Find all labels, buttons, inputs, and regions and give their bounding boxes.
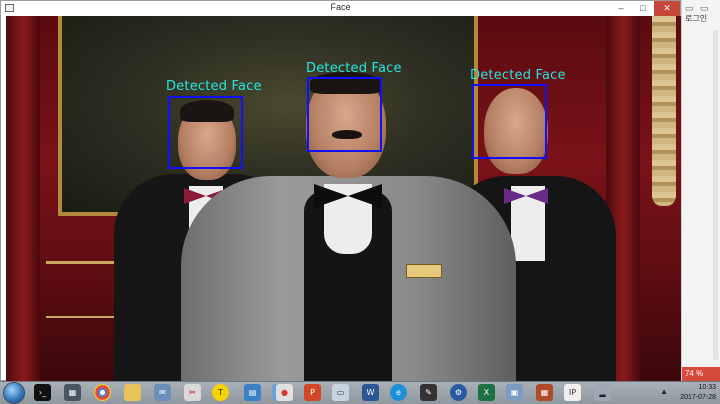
side-panel: ▭ ▭ 로그인 74 %: [681, 0, 720, 381]
video-frame: Detected Face Detected Face Detected Fac…: [6, 16, 681, 381]
powerpoint-icon[interactable]: P: [304, 384, 321, 401]
network-icon[interactable]: ▂: [594, 384, 611, 401]
scene-gold-ornament: [652, 16, 676, 206]
close-button[interactable]: ✕: [654, 1, 680, 16]
folder-icon[interactable]: [124, 384, 141, 401]
app2-icon[interactable]: ▣: [506, 384, 523, 401]
scene-pillar-left: [6, 16, 40, 381]
kakaotalk-icon[interactable]: T: [212, 384, 229, 401]
clock-date: 2017-07-28: [680, 394, 716, 401]
detection-label: Detected Face: [470, 68, 566, 83]
app-icon[interactable]: ▭: [332, 384, 349, 401]
detection-box: [472, 84, 547, 159]
notepad-icon[interactable]: ▤: [244, 384, 261, 401]
detection-box: [168, 96, 243, 169]
start-orb-icon[interactable]: [4, 383, 24, 403]
minimize-button[interactable]: –: [610, 1, 632, 16]
login-link[interactable]: 로그인: [685, 13, 707, 24]
mail-icon[interactable]: ✉: [154, 384, 171, 401]
file-explorer-icon[interactable]: ▦: [64, 384, 81, 401]
chrome-icon[interactable]: [94, 384, 111, 401]
detection-label: Detected Face: [306, 61, 402, 76]
maximize-button[interactable]: □: [632, 1, 654, 16]
clock-time: 10:33: [698, 384, 716, 391]
excel-icon[interactable]: X: [478, 384, 495, 401]
word-icon[interactable]: W: [362, 384, 379, 401]
paint-icon[interactable]: ✎: [420, 384, 437, 401]
ip-icon[interactable]: IP: [564, 384, 581, 401]
person-right-bowtie: [504, 188, 548, 204]
cmd-icon[interactable]: ›_: [34, 384, 51, 401]
side-scrollbar[interactable]: [713, 30, 718, 360]
app-window: Face – □ ✕ Detected Face Detected Face D…: [0, 0, 681, 381]
zoom-level-badge[interactable]: 74 %: [682, 367, 720, 381]
calendar-icon[interactable]: ▦: [536, 384, 553, 401]
tray-expand-icon[interactable]: ▲: [660, 387, 668, 396]
settings-icon[interactable]: ⚙: [450, 384, 467, 401]
tools-icon[interactable]: ✂: [184, 384, 201, 401]
window-title: Face: [330, 2, 351, 12]
person-center-bowtie: [314, 184, 382, 208]
person-center-badge: [406, 264, 442, 278]
record-icon[interactable]: ●: [276, 384, 293, 401]
system-clock[interactable]: 10:33 2017-07-28: [680, 383, 716, 403]
detection-box: [307, 77, 382, 152]
ie-icon[interactable]: e: [390, 384, 407, 401]
title-bar[interactable]: Face – □ ✕: [1, 1, 680, 16]
detection-label: Detected Face: [166, 79, 262, 94]
taskbar: ›_ ▦ ✉ ✂ T ▤ ⌕ ● P ▭ W e ✎ ⚙ X ▣ ▦ IP ▂ …: [0, 381, 720, 404]
